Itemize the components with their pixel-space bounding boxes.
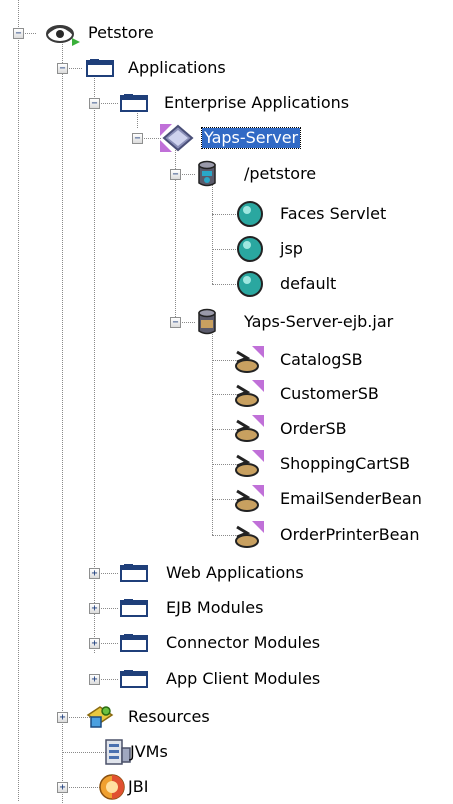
servlet-icon bbox=[237, 271, 263, 297]
tree-node-label: default bbox=[280, 274, 337, 293]
tree-node-session-bean[interactable] bbox=[0, 377, 453, 411]
folder-icon bbox=[120, 599, 148, 617]
expand-toggle-resources[interactable]: + bbox=[57, 712, 68, 723]
tree-node-petstore-web[interactable] bbox=[0, 157, 453, 191]
expand-toggle-connector-modules[interactable]: + bbox=[89, 638, 100, 649]
folder-icon bbox=[120, 670, 148, 688]
tree-node-label: CatalogSB bbox=[280, 350, 363, 369]
tree-view: − Petstore − Applications − Enterprise A… bbox=[0, 0, 453, 803]
folder-icon bbox=[86, 59, 114, 77]
tree-node-session-bean[interactable] bbox=[0, 343, 453, 377]
tree-node-servlet[interactable] bbox=[0, 267, 453, 301]
servlet-icon bbox=[237, 201, 263, 227]
tree-node-label: JBI bbox=[128, 777, 149, 796]
tree-node-label: EJB Modules bbox=[166, 598, 264, 617]
expand-toggle-petstore-web[interactable]: − bbox=[170, 169, 181, 180]
tree-node-label: Enterprise Applications bbox=[164, 93, 350, 112]
expand-toggle-petstore[interactable]: − bbox=[13, 28, 24, 39]
tree-node-label: OrderPrinterBean bbox=[280, 525, 420, 544]
ear-module-icon bbox=[160, 124, 194, 152]
session-bean-icon bbox=[235, 450, 264, 477]
session-bean-icon bbox=[235, 485, 264, 512]
eye-server-icon bbox=[46, 25, 80, 46]
jbi-icon bbox=[99, 774, 125, 800]
tree-node-label: Applications bbox=[128, 58, 226, 77]
ejb-module-icon bbox=[198, 308, 216, 335]
tree-node-session-bean[interactable] bbox=[0, 412, 453, 446]
tree-node-label: Petstore bbox=[88, 23, 154, 42]
expand-toggle-enterprise-applications[interactable]: − bbox=[89, 98, 100, 109]
tree-node-label: JVMs bbox=[130, 742, 168, 761]
web-module-icon bbox=[198, 160, 216, 187]
tree-node-label: EmailSenderBean bbox=[280, 489, 422, 508]
tree-node-jvms[interactable] bbox=[0, 735, 453, 769]
tree-node-label: Resources bbox=[128, 707, 210, 726]
expand-toggle-yaps-server[interactable]: − bbox=[132, 133, 143, 144]
tree-node-label: Faces Servlet bbox=[280, 204, 387, 223]
expand-toggle-web-applications[interactable]: + bbox=[89, 568, 100, 579]
tree-node-label: Yaps-Server bbox=[200, 127, 302, 149]
session-bean-icon bbox=[235, 521, 264, 548]
tree-node-label: CustomerSB bbox=[280, 384, 379, 403]
session-bean-icon bbox=[235, 380, 264, 407]
session-bean-icon bbox=[235, 346, 264, 373]
tree-node-label: /petstore bbox=[244, 164, 317, 183]
expand-toggle-applications[interactable]: − bbox=[57, 63, 68, 74]
folder-icon bbox=[120, 94, 148, 112]
expand-toggle-app-client-modules[interactable]: + bbox=[89, 674, 100, 685]
expand-toggle-jbi[interactable]: + bbox=[57, 782, 68, 793]
expand-toggle-ejb-jar[interactable]: − bbox=[170, 317, 181, 328]
session-bean-icon bbox=[235, 415, 264, 442]
tree-node-label: Connector Modules bbox=[166, 633, 321, 652]
folder-icon bbox=[120, 634, 148, 652]
expand-toggle-ejb-modules[interactable]: + bbox=[89, 603, 100, 614]
tree-node-label: jsp bbox=[280, 239, 303, 258]
tree-node-label: ShoppingCartSB bbox=[280, 454, 411, 473]
tree-node-servlet[interactable] bbox=[0, 232, 453, 266]
servlet-icon bbox=[237, 236, 263, 262]
tree-node-label: OrderSB bbox=[280, 419, 347, 438]
tree-node-label: Web Applications bbox=[166, 563, 304, 582]
resources-icon bbox=[86, 706, 114, 728]
tree-node-label: Yaps-Server-ejb.jar bbox=[244, 312, 394, 331]
tree-node-label: App Client Modules bbox=[166, 669, 321, 688]
folder-icon bbox=[120, 564, 148, 582]
